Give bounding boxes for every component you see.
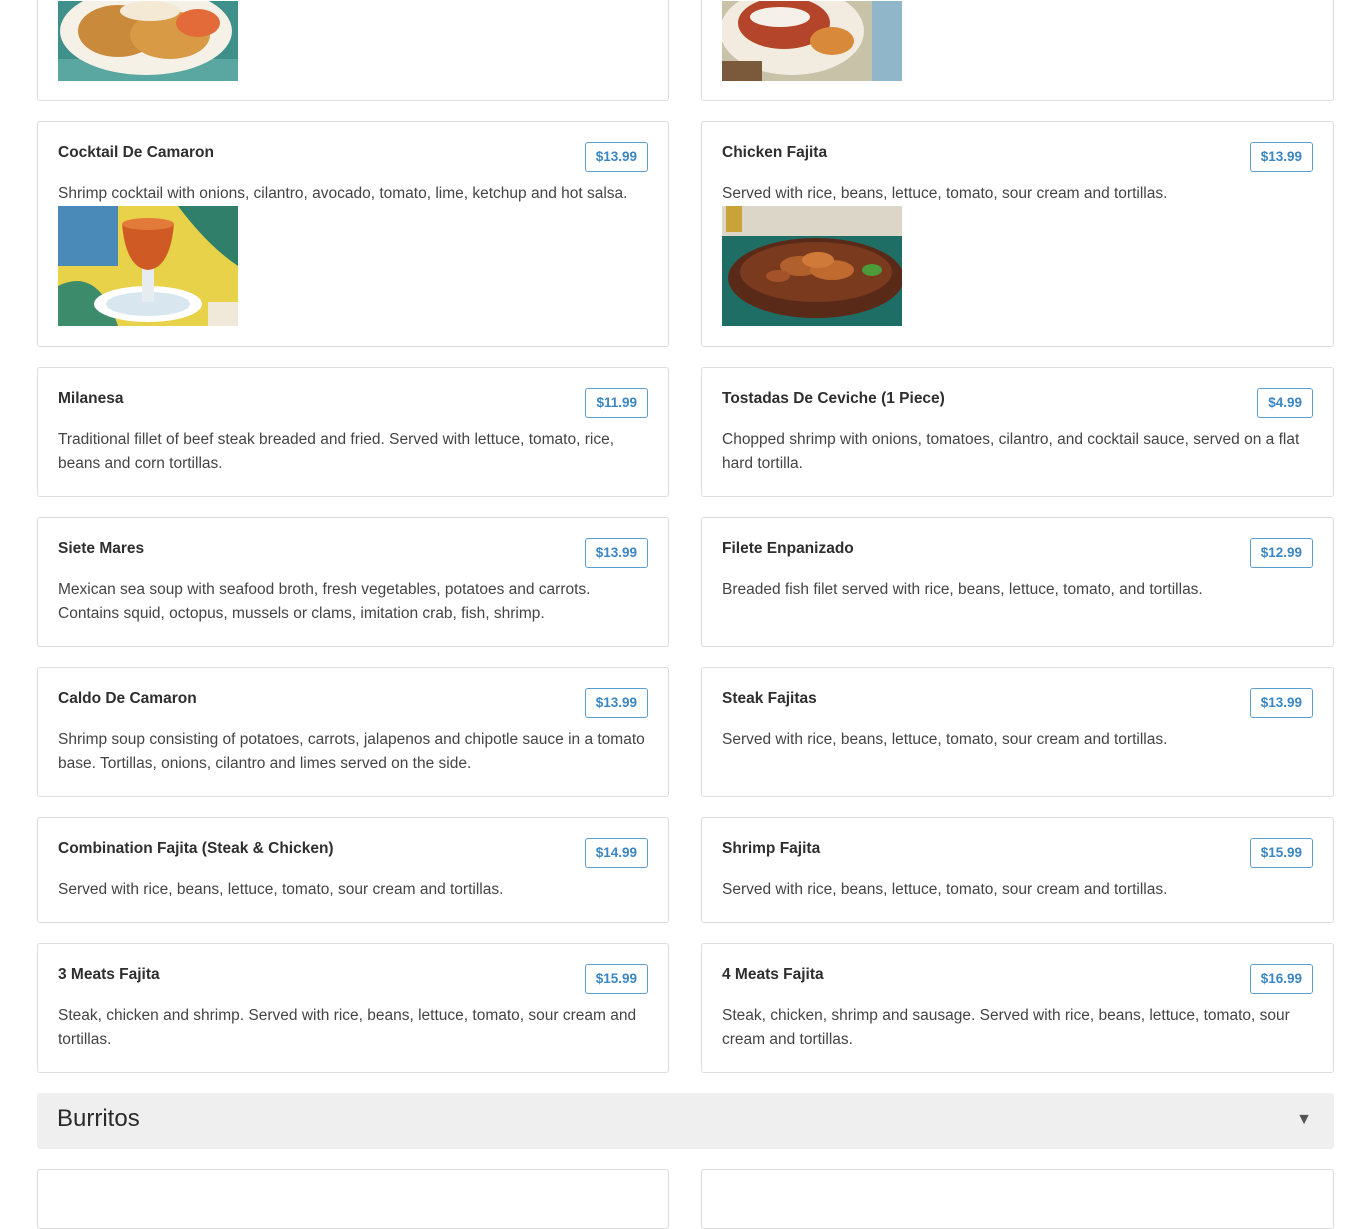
- item-title: 3 Meats Fajita: [58, 966, 160, 983]
- menu-item-card[interactable]: Chicken Fajita $13.99 Served with rice, …: [701, 121, 1334, 347]
- price-button[interactable]: $13.99: [584, 538, 648, 568]
- item-description: Chopped shrimp with onions, tomatoes, ci…: [722, 431, 1300, 472]
- item-title: Chicken Fajita: [722, 144, 828, 161]
- menu-item-card-partial-left[interactable]: [37, 1169, 669, 1229]
- caret-down-icon[interactable]: ▼: [1296, 1111, 1312, 1129]
- price-button[interactable]: $15.99: [1249, 838, 1313, 868]
- item-title: Steak Fajitas: [722, 690, 817, 707]
- item-title: 4 Meats Fajita: [722, 966, 824, 983]
- item-description: Served with rice, beans, lettuce, tomato…: [58, 881, 504, 898]
- item-title: Combination Fajita (Steak & Chicken): [58, 840, 334, 857]
- section-header-burritos[interactable]: Burritos ▼: [37, 1093, 1334, 1149]
- price-button[interactable]: $13.99: [584, 142, 648, 172]
- item-title: Caldo De Camaron: [58, 690, 197, 707]
- menu-item-card[interactable]: Caldo De Camaron $13.99 Shrimp soup cons…: [37, 667, 669, 797]
- menu-item-card-partial-right[interactable]: [701, 1169, 1334, 1229]
- item-description: Steak, chicken, shrimp and sausage. Serv…: [722, 1007, 1290, 1048]
- price-button[interactable]: $11.99: [585, 388, 648, 418]
- menu-item-card[interactable]: Shrimp Fajita $15.99 Served with rice, b…: [701, 817, 1334, 923]
- item-description: Served with rice, beans, lettuce, tomato…: [722, 185, 1168, 202]
- item-title: Filete Enpanizado: [722, 540, 854, 557]
- item-title: Shrimp Fajita: [722, 840, 821, 857]
- item-description: Steak, chicken and shrimp. Served with r…: [58, 1007, 637, 1048]
- item-description: Served with rice, beans, lettuce, tomato…: [722, 881, 1168, 898]
- section-title: Burritos: [57, 1105, 140, 1132]
- price-button[interactable]: $13.99: [584, 688, 648, 718]
- item-title: Tostadas De Ceviche (1 Piece): [722, 390, 945, 407]
- price-button[interactable]: $4.99: [1257, 388, 1313, 418]
- menu-item-card[interactable]: Cocktail De Camaron $13.99 Shrimp cockta…: [37, 121, 669, 347]
- price-button[interactable]: $15.99: [584, 964, 648, 994]
- menu-item-card[interactable]: Milanesa $11.99 Traditional fillet of be…: [37, 367, 669, 497]
- price-button[interactable]: $13.99: [1249, 688, 1313, 718]
- price-button[interactable]: $16.99: [1249, 964, 1313, 994]
- food-photo: [58, 206, 238, 326]
- item-description: Breaded fish filet served with rice, bea…: [722, 581, 1203, 598]
- item-description: Mexican sea soup with seafood broth, fre…: [58, 581, 591, 622]
- item-description: Shrimp soup consisting of potatoes, carr…: [58, 731, 645, 772]
- menu-item-card[interactable]: 3 Meats Fajita $15.99 Steak, chicken and…: [37, 943, 669, 1073]
- item-description: Shrimp cocktail with onions, cilantro, a…: [58, 185, 628, 202]
- food-photo: [722, 206, 902, 326]
- menu-item-card-partial-left[interactable]: [37, 0, 669, 101]
- menu-item-card[interactable]: Siete Mares $13.99 Mexican sea soup with…: [37, 517, 669, 647]
- food-photo: [722, 1, 902, 81]
- price-button[interactable]: $13.99: [1249, 142, 1313, 172]
- item-title: Milanesa: [58, 390, 124, 407]
- menu-item-card[interactable]: Filete Enpanizado $12.99 Breaded fish fi…: [701, 517, 1334, 647]
- price-button[interactable]: $14.99: [584, 838, 648, 868]
- menu-item-card[interactable]: 4 Meats Fajita $16.99 Steak, chicken, sh…: [701, 943, 1334, 1073]
- food-photo: [58, 1, 238, 81]
- menu-item-card[interactable]: Combination Fajita (Steak & Chicken) $14…: [37, 817, 669, 923]
- price-button[interactable]: $12.99: [1249, 538, 1313, 568]
- item-description: Served with rice, beans, lettuce, tomato…: [722, 731, 1168, 748]
- menu-item-card[interactable]: Tostadas De Ceviche (1 Piece) $4.99 Chop…: [701, 367, 1334, 497]
- menu-item-card[interactable]: Steak Fajitas $13.99 Served with rice, b…: [701, 667, 1334, 797]
- item-title: Siete Mares: [58, 540, 145, 557]
- menu-item-card-partial-right[interactable]: [701, 0, 1334, 101]
- item-description: Traditional fillet of beef steak breaded…: [58, 431, 615, 472]
- item-title: Cocktail De Camaron: [58, 144, 214, 161]
